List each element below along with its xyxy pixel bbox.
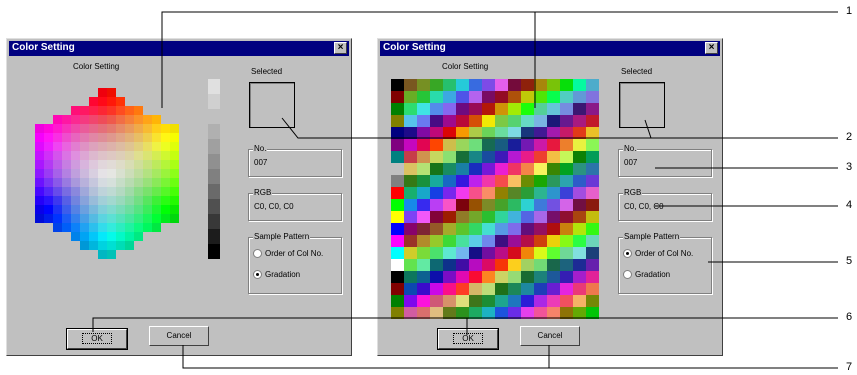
callout-5: 5 bbox=[846, 255, 853, 267]
callout-2: 2 bbox=[846, 131, 853, 143]
callout-7: 7 bbox=[846, 361, 853, 373]
callout-6: 6 bbox=[846, 311, 853, 323]
callout-line-7 bbox=[182, 345, 838, 369]
callout-3: 3 bbox=[846, 161, 853, 173]
callout-line-1 bbox=[161, 11, 838, 108]
callout-line-6 bbox=[92, 317, 838, 332]
callout-4: 4 bbox=[846, 199, 853, 211]
callout-line-2 bbox=[281, 117, 838, 139]
callout-line-2b bbox=[644, 119, 652, 139]
callout-lines bbox=[92, 11, 838, 369]
callout-1: 1 bbox=[846, 5, 853, 17]
